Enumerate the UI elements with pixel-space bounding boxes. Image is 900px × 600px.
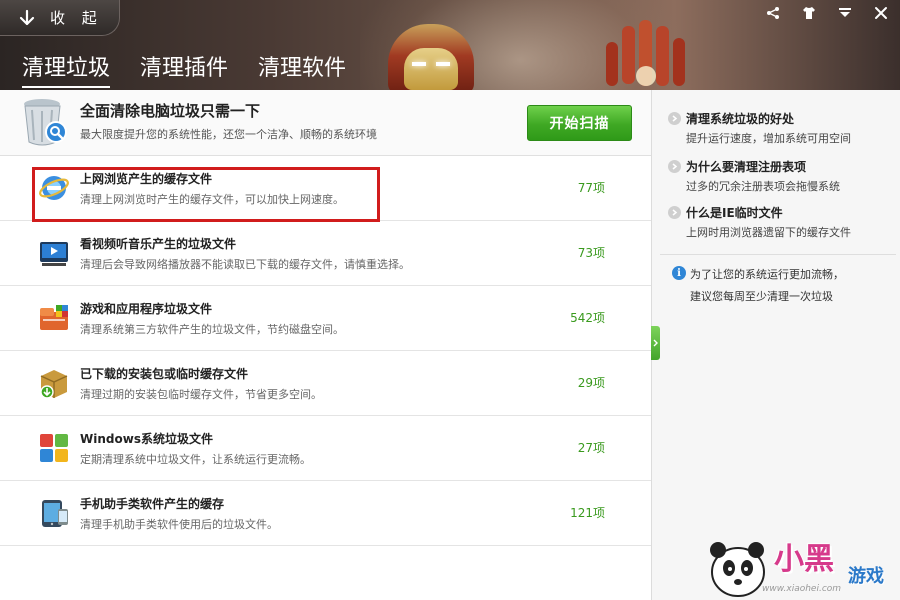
list-item-description: 清理系统第三方软件产生的垃圾文件，节约磁盘空间。 [80,323,344,336]
start-scan-button[interactable]: 开始扫描 [527,105,632,141]
close-button[interactable] [870,4,892,22]
info-icon: i [672,266,686,280]
share-button[interactable] [762,4,784,22]
list-item-media-junk[interactable]: 看视频听音乐产生的垃圾文件 清理后会导致网络播放器不能读取已下载的缓存文件，请慎… [0,221,651,286]
windows-icon [40,434,68,462]
shirt-icon [803,7,815,19]
ie-browser-icon [39,176,69,200]
chevron-right-icon [668,206,681,219]
list-item-title: 上网浏览产生的缓存文件 [80,172,213,186]
minimize-icon [839,8,851,17]
list-item-description: 清理过期的安装包临时缓存文件，节省更多空间。 [80,388,322,401]
list-item-count: 29项 [577,376,605,390]
tip-title: 清理系统垃圾的好处 [686,112,795,126]
list-item-description: 清理后会导致网络播放器不能读取已下载的缓存文件，请慎重选择。 [80,258,410,271]
list-item-count: 73项 [577,246,605,260]
side-panel-toggle[interactable] [651,326,660,360]
summary-title: 全面清除电脑垃圾只需一下 [80,102,261,120]
tab-clean-junk[interactable]: 清理垃圾 [22,50,111,88]
side-divider [660,254,896,255]
arrow-down-icon [19,9,35,25]
list-item-title: 游戏和应用程序垃圾文件 [80,302,213,316]
list-item-count: 77项 [577,181,605,195]
game-app-icon [40,305,68,330]
list-item-download-packages[interactable]: 已下载的安装包或临时缓存文件 清理过期的安装包临时缓存文件，节省更多空间。 29… [0,351,651,416]
skin-button[interactable] [798,4,820,22]
list-item-count: 27项 [577,441,605,455]
watermark-logo-secondary: 游戏 [848,566,884,587]
window-controls [762,4,892,22]
list-item-count: 121项 [570,506,605,520]
list-item-game-app-junk[interactable]: 游戏和应用程序垃圾文件 清理系统第三方软件产生的垃圾文件，节约磁盘空间。 542… [0,286,651,351]
notice-line-2: 建议您每周至少清理一次垃圾 [690,290,833,303]
watermark-url: www.xiaohei.com [762,584,842,594]
trash-scan-icon [24,99,67,146]
junk-category-list: 上网浏览产生的缓存文件 清理上网浏览时产生的缓存文件，可以加快上网速度。 77项… [0,156,651,546]
share-icon [767,7,779,19]
banner-robot-hand [606,20,685,86]
banner-robot-eye-left [412,62,426,66]
chevron-right-icon [668,160,681,173]
tip-title: 为什么要清理注册表项 [686,160,807,174]
tab-clean-plugins[interactable]: 清理插件 [140,50,228,88]
tip-description: 提升运行速度，增加系统可用空间 [686,132,851,145]
tip-description: 过多的冗余注册表项会拖慢系统 [686,180,840,193]
scan-summary-bar: 全面清除电脑垃圾只需一下 最大限度提升您的系统性能，还您一个洁净、顺畅的系统环境… [0,90,651,156]
collapse-button[interactable]: 收 起 [0,0,120,36]
list-item-phone-assistant-cache[interactable]: 手机助手类软件产生的缓存 清理手机助手类软件使用后的垃圾文件。 121项 [0,481,651,546]
main-tabs: 清理垃圾 清理插件 清理软件 [22,50,346,88]
summary-description: 最大限度提升您的系统性能，还您一个洁净、顺畅的系统环境 [80,128,377,141]
list-item-windows-junk[interactable]: Windows系统垃圾文件 定期清理系统中垃圾文件，让系统运行更流畅。 27项 [0,416,651,481]
banner-robot-eye-right [436,62,450,66]
tip-title: 什么是IE临时文件 [686,206,783,220]
list-item-title: 手机助手类软件产生的缓存 [80,497,225,511]
close-icon [875,7,887,19]
list-item-title: 看视频听音乐产生的垃圾文件 [80,237,237,251]
menu-button[interactable] [834,4,856,22]
list-item-title: Windows系统垃圾文件 [80,432,213,446]
list-item-browser-cache[interactable]: 上网浏览产生的缓存文件 清理上网浏览时产生的缓存文件，可以加快上网速度。 77项 [0,156,651,221]
phone-assistant-icon [42,500,68,527]
list-item-description: 清理手机助手类软件使用后的垃圾文件。 [80,518,278,531]
tab-clean-software[interactable]: 清理软件 [258,50,346,88]
banner-robot-faceplate [404,48,458,90]
side-panel: 清理系统垃圾的好处 提升运行速度，增加系统可用空间 为什么要清理注册表项 过多的… [652,90,900,600]
list-item-title: 已下载的安装包或临时缓存文件 [80,367,249,381]
collapse-label: 收 起 [50,9,103,27]
tip-description: 上网时用浏览器遗留下的缓存文件 [686,226,851,239]
watermark-logo: 小黑 [774,542,834,577]
list-item-description: 定期清理系统中垃圾文件，让系统运行更流畅。 [80,453,311,466]
download-package-icon [40,370,68,399]
video-player-icon [40,242,68,266]
list-item-count: 542项 [570,311,605,325]
list-item-description: 清理上网浏览时产生的缓存文件，可以加快上网速度。 [80,193,344,206]
chevron-right-icon [653,339,658,347]
header-banner: 收 起 清理垃圾 清理插件 清理软件 [0,0,900,90]
notice-line-1: 为了让您的系统运行更加流畅， [690,268,844,281]
chevron-right-icon [668,112,681,125]
